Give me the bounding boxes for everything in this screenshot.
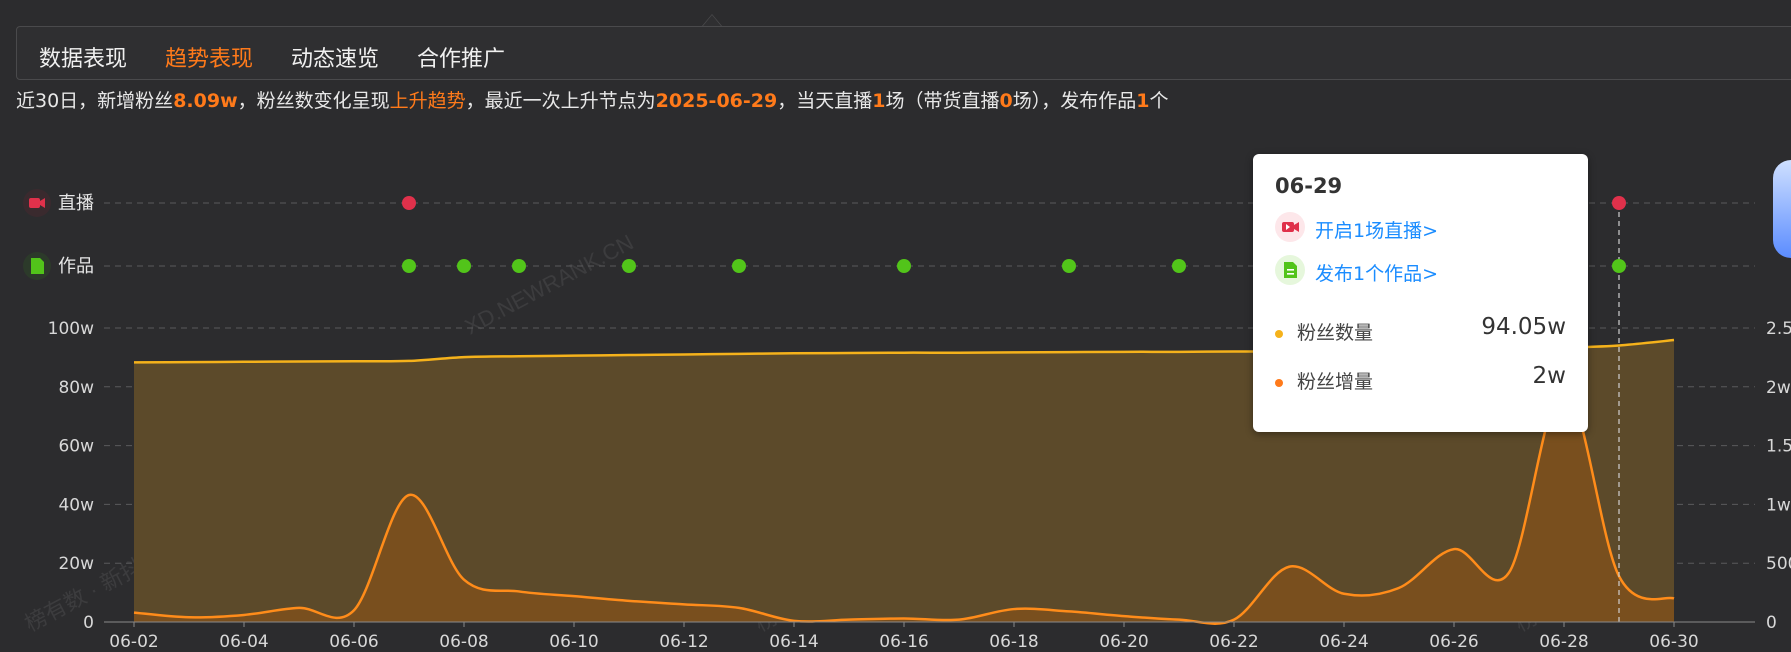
works-event-dot xyxy=(402,259,416,273)
tooltip-row-increase: 粉丝增量 xyxy=(1275,367,1373,394)
x-tick-label: 06-16 xyxy=(879,632,928,652)
works-event-dot xyxy=(897,259,911,273)
publish-works-link[interactable]: 发布1个作品> xyxy=(1315,259,1438,286)
y-left-tick-label: 80w xyxy=(58,378,94,398)
y-right-tick-label: 1w xyxy=(1766,495,1791,515)
y-left-tick-label: 40w xyxy=(58,495,94,515)
x-tick-label: 06-26 xyxy=(1429,632,1478,652)
y-right-tick-label: 1.5w xyxy=(1766,437,1791,457)
works-event-dot xyxy=(512,259,526,273)
tooltip-increase-label: 粉丝增量 xyxy=(1297,371,1374,393)
works-event-dot xyxy=(1062,259,1076,273)
tooltip-fans-label: 粉丝数量 xyxy=(1297,322,1374,344)
tooltip-row-fans: 粉丝数量 xyxy=(1275,318,1373,345)
works-event-dot xyxy=(1172,259,1186,273)
tooltip-date: 06-29 xyxy=(1275,174,1343,198)
y-left-tick-label: 0 xyxy=(83,613,94,633)
x-tick-label: 06-14 xyxy=(769,632,818,652)
chart-tooltip: 06-29 开启1场直播> 发布1个作品> 粉丝数量 94.05w 粉丝增量 2… xyxy=(1253,154,1588,432)
x-tick-label: 06-02 xyxy=(109,632,158,652)
x-tick-label: 06-18 xyxy=(989,632,1038,652)
x-tick-label: 06-30 xyxy=(1649,632,1698,652)
tooltip-increase-value: 2w xyxy=(1532,363,1566,389)
y-right-tick-label: 2w xyxy=(1766,378,1791,398)
x-tick-label: 06-28 xyxy=(1539,632,1588,652)
x-tick-label: 06-06 xyxy=(329,632,378,652)
fans-dot-icon xyxy=(1275,329,1283,338)
tooltip-fans-value: 94.05w xyxy=(1481,314,1566,340)
y-right-tick-label: 0 xyxy=(1766,613,1777,633)
watermark-text: XD.NEWRANK.CN xyxy=(461,230,638,340)
x-tick-label: 06-08 xyxy=(439,632,488,652)
live-event-dot xyxy=(1612,196,1626,210)
live-row-label: 直播 xyxy=(58,193,94,214)
works-event-dot xyxy=(1612,259,1626,273)
live-event-dot xyxy=(402,196,416,210)
x-tick-label: 06-22 xyxy=(1209,632,1258,652)
y-left-tick-label: 20w xyxy=(58,554,94,574)
x-tick-label: 06-12 xyxy=(659,632,708,652)
x-tick-label: 06-20 xyxy=(1099,632,1148,652)
floating-assistant-icon[interactable] xyxy=(1773,160,1791,258)
x-tick-label: 06-10 xyxy=(549,632,598,652)
x-tick-label: 06-04 xyxy=(219,632,268,652)
works-event-dot xyxy=(622,259,636,273)
works-event-dot xyxy=(732,259,746,273)
works-event-dot xyxy=(457,259,471,273)
increase-dot-icon xyxy=(1275,378,1283,387)
x-tick-label: 06-24 xyxy=(1319,632,1368,652)
works-document-icon xyxy=(1275,255,1305,285)
live-video-icon xyxy=(1275,212,1305,242)
works-row-label: 作品 xyxy=(58,256,94,277)
live-video-icon xyxy=(29,198,40,208)
y-right-tick-label: 2.5w xyxy=(1766,319,1791,339)
y-left-tick-label: 100w xyxy=(48,319,94,339)
open-live-link[interactable]: 开启1场直播> xyxy=(1315,216,1438,243)
works-document-icon xyxy=(31,258,44,274)
y-left-tick-label: 60w xyxy=(58,437,94,457)
y-right-tick-label: 5000 xyxy=(1766,554,1791,574)
